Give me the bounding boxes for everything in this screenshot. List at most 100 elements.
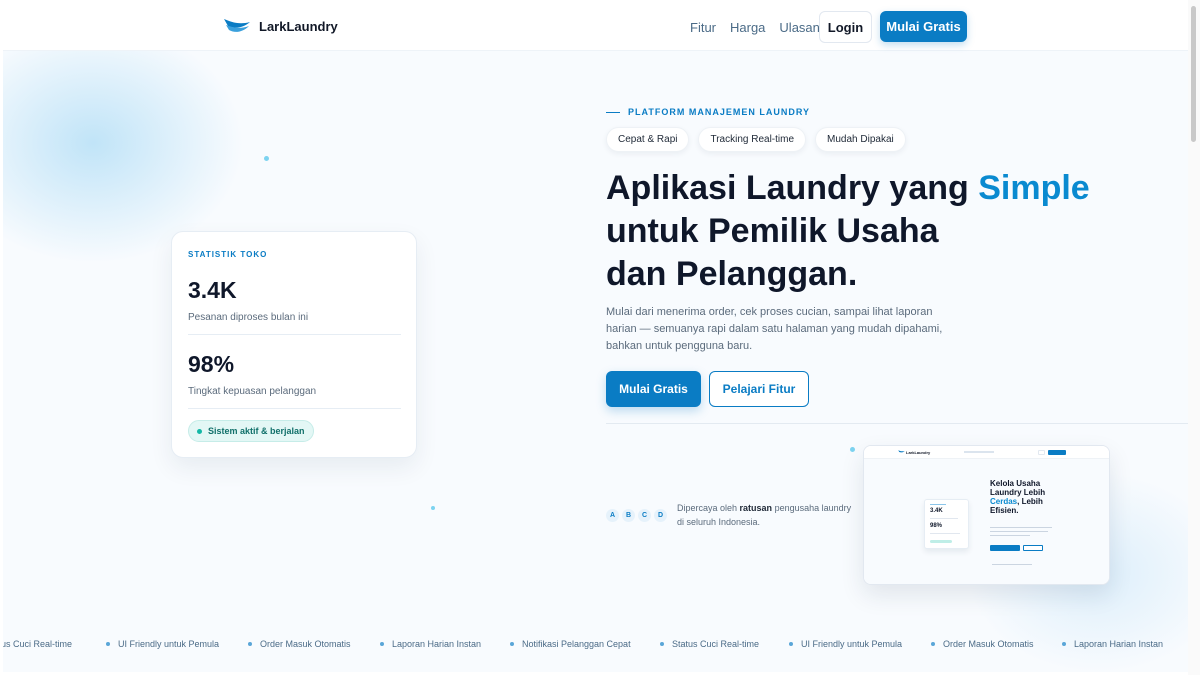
orders-description: Pesanan diproses bulan ini: [188, 312, 309, 323]
bullet-icon: [380, 642, 384, 646]
header-cta-button[interactable]: Mulai Gratis: [880, 11, 967, 42]
preview-stat-value: 98%: [930, 523, 943, 529]
stats-card-label: STATISTIK TOKO: [188, 250, 268, 259]
hero-title-line2: untuk Pemilik Usaha: [606, 212, 939, 250]
bullet-icon: [660, 642, 664, 646]
app-preview-screenshot: LarkLaundry 3.4K 98% Kelola Usaha Laundr…: [863, 445, 1110, 585]
avatar: B: [622, 508, 635, 522]
feature-chip: Cepat & Rapi: [606, 127, 690, 152]
preview-line: [930, 518, 958, 519]
marquee-item-label: UI Friendly untuk Pemula: [118, 639, 220, 649]
feature-chip: Mudah Dipakai: [815, 127, 906, 152]
preview-title-accent: Cerdas: [990, 497, 1018, 506]
orders-value: 3.4K: [188, 277, 237, 303]
bullet-icon: [789, 642, 793, 646]
start-free-button[interactable]: Mulai Gratis: [606, 371, 701, 407]
bullet-icon: [248, 642, 252, 646]
site-header: LarkLaundry Fitur Harga Ulasan Login Mul…: [3, 3, 1188, 51]
preview-brand: LarkLaundry: [906, 450, 931, 455]
system-status-text: Sistem aktif & berjalan: [208, 426, 305, 436]
decorative-dot: [431, 506, 435, 510]
trust-section: A B C D Dipercaya oleh ratusan pengusaha…: [606, 501, 857, 529]
nav-link-ulasan[interactable]: Ulasan: [779, 20, 819, 35]
trust-text-bold: ratusan: [739, 503, 773, 513]
bullet-icon: [106, 642, 110, 646]
background-glow: [3, 23, 243, 263]
preview-text-line: [990, 527, 1052, 528]
hero-title-part: Aplikasi Laundry yang: [606, 169, 979, 207]
vertical-scrollbar[interactable]: [1188, 0, 1200, 675]
preview-body: 3.4K 98% Kelola Usaha Laundry Lebih Cerd…: [864, 459, 1109, 584]
login-button[interactable]: Login: [819, 11, 872, 43]
store-stats-card: STATISTIK TOKO 3.4K Pesanan diproses bul…: [171, 231, 417, 458]
marquee-item: Status Cuci Real-time: [3, 639, 72, 649]
preview-header: LarkLaundry: [864, 446, 1109, 459]
marquee-item: Laporan Harian Instan: [380, 639, 481, 649]
hero-title: Aplikasi Laundry yang Simple untuk Pemili…: [606, 167, 1126, 296]
marquee-item-label: Laporan Harian Instan: [1074, 639, 1164, 649]
page: LarkLaundry Fitur Harga Ulasan Login Mul…: [3, 3, 1188, 672]
preview-stat-value: 3.4K: [930, 508, 943, 514]
status-dot-icon: [197, 428, 202, 434]
hero-description: Mulai dari menerima order, cek proses cu…: [606, 306, 943, 352]
marquee-item-label: Status Cuci Real-time: [672, 639, 760, 649]
satisfaction-description: Tingkat kepuasan pelanggan: [188, 386, 317, 397]
nav-link-harga[interactable]: Harga: [730, 20, 765, 35]
marquee-item: UI Friendly untuk Pemula: [789, 639, 902, 649]
brand-name: LarkLaundry: [259, 18, 338, 34]
feature-marquee: Status Cuci Real-time UI Friendly untuk …: [3, 633, 1188, 657]
preview-stats-card: 3.4K 98%: [924, 499, 969, 549]
nav-link-fitur[interactable]: Fitur: [690, 20, 716, 35]
preview-nav: [964, 451, 994, 453]
marquee-item-label: Order Masuk Otomatis: [943, 639, 1034, 649]
learn-features-button[interactable]: Pelajari Fitur: [709, 371, 809, 407]
feature-chip: Tracking Real-time: [698, 127, 807, 152]
preview-line: [930, 533, 960, 534]
preview-cta: [1048, 450, 1066, 455]
bird-logo-icon: [224, 19, 250, 32]
preview-text-line: [990, 531, 1048, 532]
system-status-badge: Sistem aktif & berjalan: [188, 420, 314, 442]
bullet-icon: [1062, 642, 1066, 646]
preview-primary-button: [990, 545, 1020, 551]
stats-divider: [188, 408, 401, 409]
preview-title: Kelola Usaha Laundry Lebih Cerdas, Lebih…: [990, 479, 1070, 515]
marquee-item: Laporan Harian Instan: [1062, 639, 1163, 649]
preview-secondary-button: [1023, 545, 1043, 551]
hero-divider: [606, 423, 1188, 424]
hero-eyebrow: PLATFORM MANAJEMEN LAUNDRY: [606, 107, 810, 117]
preview-text-line: [990, 535, 1030, 536]
eyebrow-text: PLATFORM MANAJEMEN LAUNDRY: [628, 107, 810, 117]
brand-logo[interactable]: LarkLaundry: [223, 16, 338, 36]
marquee-item: UI Friendly untuk Pemula: [106, 639, 219, 649]
stats-divider: [188, 334, 401, 335]
trust-text: Dipercaya oleh ratusan pengusaha laundry…: [677, 501, 857, 529]
trust-text-prefix: Dipercaya oleh: [677, 503, 740, 513]
marquee-item: Notifikasi Pelanggan Cepat: [510, 639, 631, 649]
preview-status-pill: [930, 540, 952, 543]
satisfaction-value: 98%: [188, 351, 235, 377]
marquee-item: Order Masuk Otomatis: [248, 639, 351, 649]
decorative-dot: [264, 156, 269, 161]
marquee-item: Order Masuk Otomatis: [931, 639, 1034, 649]
hero-title-line3: dan Pelanggan.: [606, 255, 858, 293]
preview-login: [1038, 450, 1045, 455]
eyebrow-line: [606, 111, 620, 113]
bird-logo-icon: [898, 450, 905, 453]
main-nav: Fitur Harga Ulasan: [690, 3, 820, 51]
marquee-item-label: Status Cuci Real-time: [3, 639, 73, 649]
preview-line: [930, 504, 946, 505]
hero-title-accent: Simple: [978, 169, 1090, 207]
avatar: A: [606, 508, 619, 522]
scrollbar-thumb[interactable]: [1191, 6, 1196, 142]
bullet-icon: [931, 642, 935, 646]
marquee-item-label: Notifikasi Pelanggan Cepat: [522, 639, 631, 649]
avatar: C: [638, 508, 651, 522]
marquee-item: Status Cuci Real-time: [660, 639, 759, 649]
bullet-icon: [510, 642, 514, 646]
preview-title-part: Kelola Usaha Laundry Lebih: [990, 479, 1046, 497]
avatar: D: [654, 508, 667, 522]
marquee-item-label: UI Friendly untuk Pemula: [801, 639, 903, 649]
feature-chips: Cepat & Rapi Tracking Real-time Mudah Di…: [606, 127, 906, 152]
marquee-item-label: Order Masuk Otomatis: [260, 639, 351, 649]
